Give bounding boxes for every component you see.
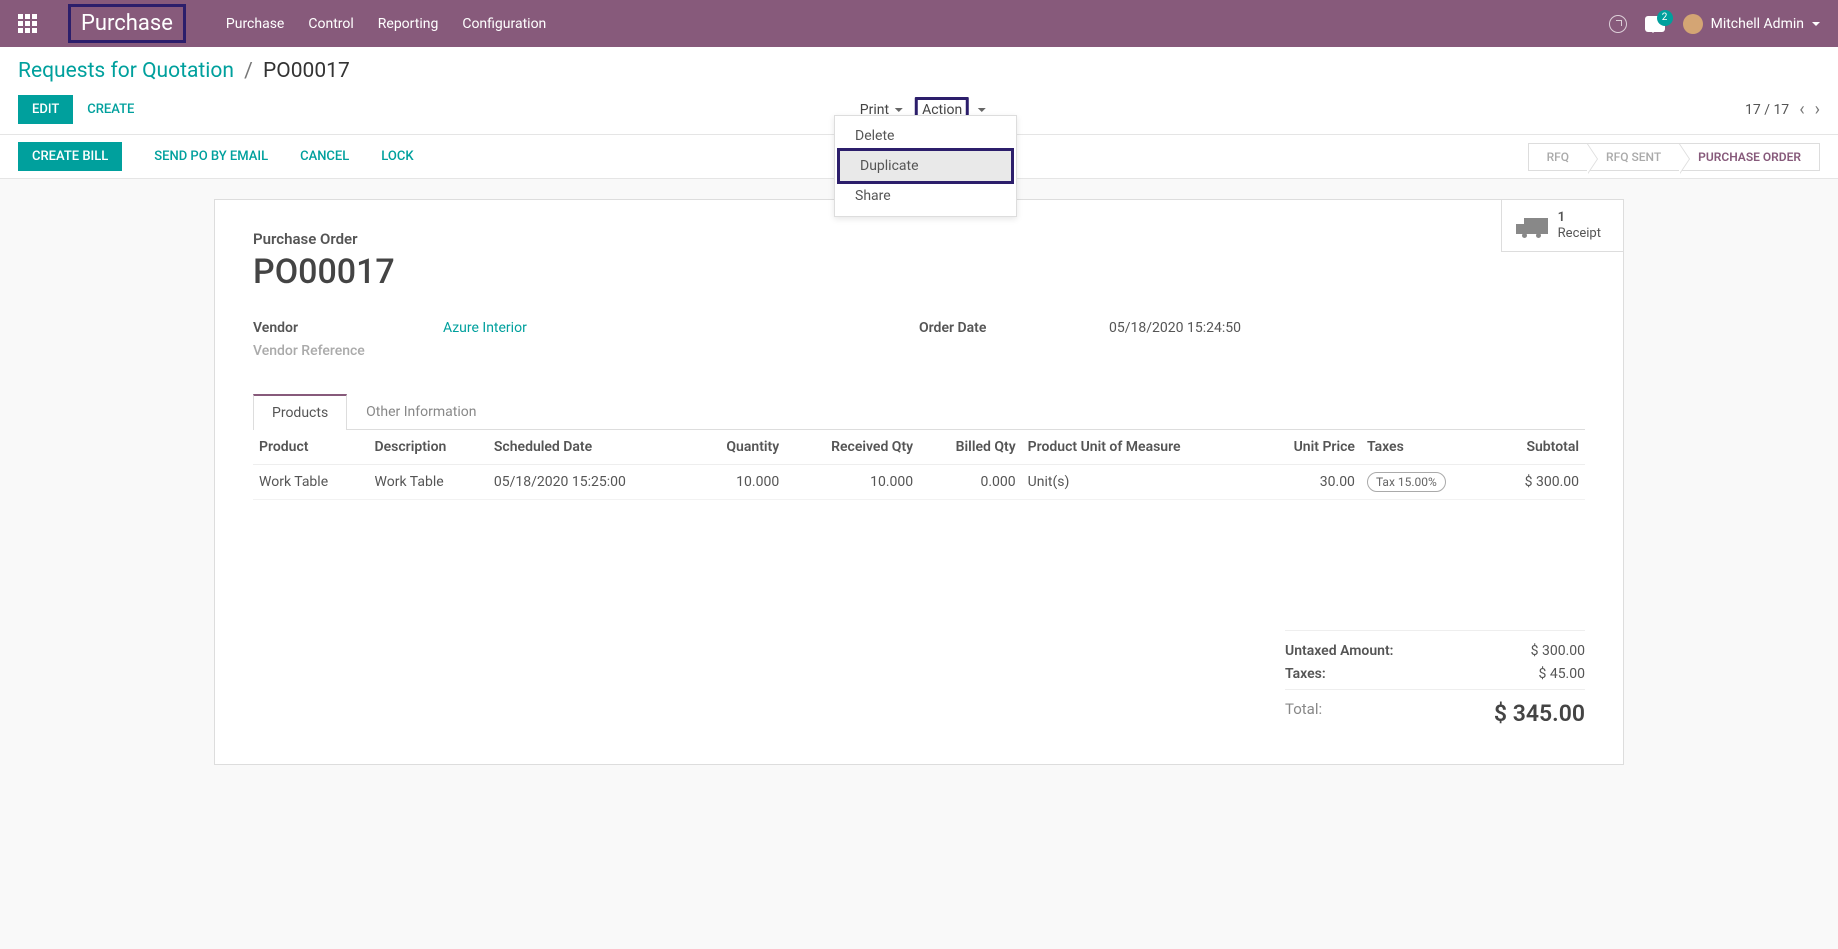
edit-button[interactable]: EDIT <box>18 95 73 124</box>
action-duplicate[interactable]: Duplicate <box>840 151 1011 181</box>
taxes-amount: $ 45.00 <box>1538 666 1585 682</box>
pager-next-icon[interactable]: › <box>1815 99 1820 120</box>
pager-prev-icon[interactable]: ‹ <box>1799 99 1804 120</box>
cell-subtotal: $ 300.00 <box>1490 465 1585 500</box>
app-title[interactable]: Purchase <box>68 4 186 43</box>
vendor-link[interactable]: Azure Interior <box>443 320 527 336</box>
po-label: Purchase Order <box>253 230 1585 248</box>
create-button[interactable]: CREATE <box>87 102 134 117</box>
sheet-body: Purchase Order PO00017 Vendor Azure Inte… <box>215 200 1623 764</box>
user-name: Mitchell Admin <box>1711 16 1804 32</box>
cell-tax: Tax 15.00% <box>1361 465 1490 500</box>
breadcrumb-root[interactable]: Requests for Quotation <box>18 59 234 83</box>
totals: Untaxed Amount: $ 300.00 Taxes: $ 45.00 … <box>1285 630 1585 734</box>
chevron-down-icon <box>1812 22 1820 26</box>
send-po-button[interactable]: SEND PO BY EMAIL <box>154 149 268 164</box>
nav-reporting[interactable]: Reporting <box>378 16 439 32</box>
receipt-count: 1 <box>1558 210 1565 225</box>
caret-down-icon <box>895 108 903 112</box>
th-uom: Product Unit of Measure <box>1022 430 1257 465</box>
step-purchase-order[interactable]: PURCHASE ORDER <box>1679 143 1820 171</box>
status-actions: CREATE BILL SEND PO BY EMAIL CANCEL LOCK <box>18 142 428 171</box>
th-taxes: Taxes <box>1361 430 1490 465</box>
cell-received: 10.000 <box>785 465 919 500</box>
taxes-label: Taxes: <box>1285 666 1326 682</box>
receipt-stat-button[interactable]: 1 Receipt <box>1501 200 1623 252</box>
th-product: Product <box>253 430 369 465</box>
nav-configuration[interactable]: Configuration <box>462 16 546 32</box>
cell-uom: Unit(s) <box>1022 465 1257 500</box>
apps-icon[interactable] <box>18 14 38 34</box>
nav-right: 2 Mitchell Admin <box>1609 14 1820 34</box>
total-amount: $ 345.00 <box>1494 700 1585 727</box>
chat-badge: 2 <box>1657 10 1673 26</box>
lock-button[interactable]: LOCK <box>381 149 413 164</box>
caret-down-icon <box>978 108 986 112</box>
status-steps: RFQ RFQ SENT PURCHASE ORDER <box>1529 143 1820 171</box>
cell-scheduled: 05/18/2020 15:25:00 <box>488 465 693 500</box>
cell-product: Work Table <box>253 465 369 500</box>
fields-row: Vendor Azure Interior Vendor Reference O… <box>253 320 1585 366</box>
breadcrumb: Requests for Quotation / PO00017 <box>18 59 1820 83</box>
avatar <box>1683 14 1703 34</box>
user-menu[interactable]: Mitchell Admin <box>1683 14 1820 34</box>
order-date-label: Order Date <box>919 320 1109 336</box>
table-header-row: Product Description Scheduled Date Quant… <box>253 430 1585 465</box>
table-row[interactable]: Work Table Work Table 05/18/2020 15:25:0… <box>253 465 1585 500</box>
top-nav: Purchase Purchase Control Reporting Conf… <box>0 0 1838 47</box>
step-rfq[interactable]: RFQ <box>1528 143 1588 171</box>
step-rfq-sent[interactable]: RFQ SENT <box>1587 143 1680 171</box>
untaxed-label: Untaxed Amount: <box>1285 643 1394 659</box>
total-label: Total: <box>1285 700 1322 727</box>
sheet-wrap: 1 Receipt Purchase Order PO00017 Vendor … <box>0 179 1838 765</box>
create-bill-button[interactable]: CREATE BILL <box>18 142 122 171</box>
th-scheduled-date: Scheduled Date <box>488 430 693 465</box>
th-subtotal: Subtotal <box>1490 430 1585 465</box>
th-quantity: Quantity <box>693 430 785 465</box>
cell-price: 30.00 <box>1257 465 1361 500</box>
vendor-label: Vendor <box>253 320 443 336</box>
action-dropdown-menu: Delete Duplicate Share <box>834 115 1017 217</box>
truck-icon <box>1524 218 1548 234</box>
tabs: Products Other Information <box>253 394 1585 430</box>
tax-pill: Tax 15.00% <box>1367 472 1446 492</box>
order-lines-table: Product Description Scheduled Date Quant… <box>253 430 1585 620</box>
breadcrumb-current: PO00017 <box>263 59 350 83</box>
th-received: Received Qty <box>785 430 919 465</box>
breadcrumb-bar: Requests for Quotation / PO00017 <box>0 47 1838 89</box>
vendor-ref-label: Vendor Reference <box>253 343 443 359</box>
tab-other-info[interactable]: Other Information <box>347 394 495 429</box>
action-share[interactable]: Share <box>835 181 1016 211</box>
clock-icon[interactable] <box>1609 15 1627 33</box>
action-delete[interactable]: Delete <box>835 121 1016 151</box>
po-number: PO00017 <box>253 252 1585 292</box>
nav-control[interactable]: Control <box>308 16 353 32</box>
receipt-label: Receipt <box>1558 226 1601 241</box>
untaxed-amount: $ 300.00 <box>1531 643 1585 659</box>
order-date-value: 05/18/2020 15:24:50 <box>1109 320 1241 336</box>
cancel-button[interactable]: CANCEL <box>300 149 349 164</box>
cell-qty: 10.000 <box>693 465 785 500</box>
messaging-icon[interactable]: 2 <box>1645 16 1665 32</box>
th-billed: Billed Qty <box>919 430 1022 465</box>
pager-text: 17 / 17 <box>1745 102 1789 118</box>
form-sheet: 1 Receipt Purchase Order PO00017 Vendor … <box>214 199 1624 765</box>
pager: 17 / 17 ‹ › <box>1745 99 1820 120</box>
th-description: Description <box>369 430 488 465</box>
tab-products[interactable]: Products <box>253 394 347 430</box>
th-unit-price: Unit Price <box>1257 430 1361 465</box>
cell-description: Work Table <box>369 465 488 500</box>
nav-purchase[interactable]: Purchase <box>226 16 284 32</box>
cell-billed: 0.000 <box>919 465 1022 500</box>
nav-menu: Purchase Control Reporting Configuration <box>226 16 546 32</box>
